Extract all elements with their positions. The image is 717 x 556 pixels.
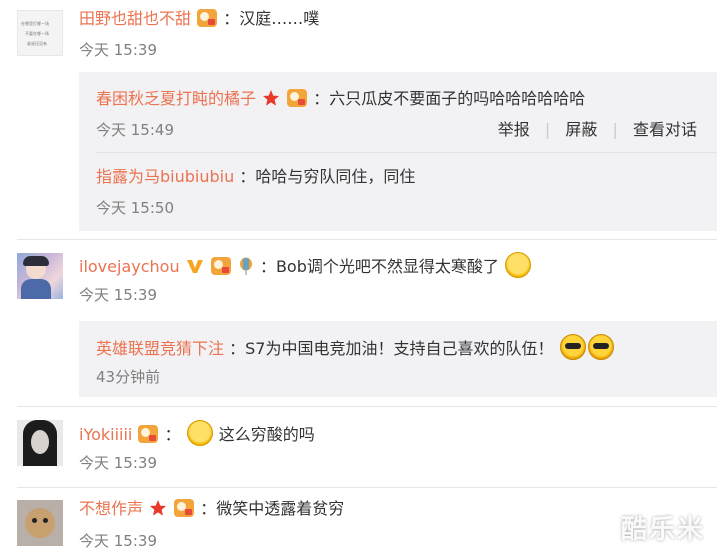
comment-body: 不想作声 ：微笑中透露着贫穷 <box>79 498 344 520</box>
username-link[interactable]: 田野也甜也不甜 <box>79 9 191 28</box>
avatar-text-line: 在哪里打哪一场 <box>21 21 49 26</box>
comment-item: ilovejaychou ：Bob调个光吧不然显得太寒酸了 今天 15:39 英… <box>0 240 717 405</box>
reply-time: 今天 15:50 <box>96 199 174 217</box>
action-separator: | <box>612 120 618 139</box>
star-badge-icon[interactable] <box>149 499 167 517</box>
crying-laugh-emoji-icon <box>186 420 213 446</box>
reply-text: ：哈哈与穷队同住，同住 <box>239 167 416 186</box>
comment-item: 不想作声 ：微笑中透露着贫穷 今天 15:39 <box>0 488 717 556</box>
reply-body: 指露为马biubiubiu ：哈哈与穷队同住，同住 <box>96 166 415 188</box>
vip-badge-icon[interactable] <box>197 9 218 27</box>
username-link[interactable]: iYokiiiii <box>79 425 132 444</box>
avatar-text-line: 谁说还没有 <box>27 41 47 46</box>
reply-divider <box>96 152 717 153</box>
comment-time: 今天 15:39 <box>79 454 157 472</box>
crying-laugh-emoji-icon <box>504 252 531 278</box>
comment-text-prefix: ： <box>164 425 181 444</box>
comment-time: 今天 15:39 <box>79 286 157 304</box>
username-link[interactable]: ilovejaychou <box>79 257 180 276</box>
reply-username-link[interactable]: 春困秋乏夏打盹的橘子 <box>96 89 256 108</box>
reply-username-link[interactable]: 指露为马biubiubiu <box>96 167 234 186</box>
comment-text: ：微笑中透露着贫穷 <box>200 499 345 518</box>
avatar-figure <box>43 518 48 523</box>
comment-text: 这么穷酸的吗 <box>218 425 315 444</box>
comment-text: ：汉庭……噗 <box>223 9 320 28</box>
reply-body: 英雄联盟竞猜下注 ：S7为中国电竞加油！支持自己喜欢的队伍！ <box>96 334 615 362</box>
reply-body: 春困秋乏夏打盹的橘子 ：六只瓜皮不要面子的吗哈哈哈哈哈哈 <box>96 88 585 110</box>
avatar-figure <box>25 508 55 538</box>
vip-badge-icon[interactable] <box>210 257 231 275</box>
sunglasses-emoji-icon <box>559 334 586 360</box>
comment-body: ilovejaychou ：Bob调个光吧不然显得太寒酸了 <box>79 252 532 278</box>
avatar[interactable] <box>17 500 63 546</box>
avatar-text-line: 不要在哪一场 <box>25 31 49 36</box>
vip-badge-icon[interactable] <box>287 89 308 107</box>
v-badge-icon[interactable] <box>186 257 204 275</box>
comment-text: ：Bob调个光吧不然显得太寒酸了 <box>259 257 499 276</box>
avatar[interactable] <box>17 420 63 466</box>
reply-list: 英雄联盟竞猜下注 ：S7为中国电竞加油！支持自己喜欢的队伍！ 43分钟前 <box>79 321 717 397</box>
avatar-figure <box>21 279 51 299</box>
report-button[interactable]: 举报 <box>498 119 530 141</box>
reply-text: ：六只瓜皮不要面子的吗哈哈哈哈哈哈 <box>313 89 586 108</box>
balloon-badge-icon[interactable] <box>238 257 254 275</box>
avatar-figure <box>23 256 49 266</box>
avatar-figure <box>31 430 49 454</box>
watermark-logo: 酷乐米 <box>620 515 705 545</box>
comment-item: 在哪里打哪一场 不要在哪一场 谁说还没有 田野也甜也不甜 ：汉庭……噗 今天 1… <box>0 0 717 240</box>
reply-time: 43分钟前 <box>96 368 161 386</box>
comment-body: iYokiiiii ： 这么穷酸的吗 <box>79 420 315 448</box>
star-badge-icon[interactable] <box>262 89 280 107</box>
reply-text: ：S7为中国电竞加油！支持自己喜欢的队伍！ <box>229 339 554 358</box>
username-link[interactable]: 不想作声 <box>79 499 143 518</box>
reply-actions: 举报 | 屏蔽 | 查看对话 <box>498 119 697 141</box>
sunglasses-emoji-icon <box>587 334 614 360</box>
comment-time: 今天 15:39 <box>79 532 157 550</box>
view-conversation-button[interactable]: 查看对话 <box>633 119 697 141</box>
avatar[interactable]: 在哪里打哪一场 不要在哪一场 谁说还没有 <box>17 10 63 56</box>
avatar[interactable] <box>17 253 63 299</box>
reply-time: 今天 15:49 <box>96 121 174 139</box>
action-separator: | <box>544 120 551 139</box>
avatar-figure <box>32 518 37 523</box>
comment-body: 田野也甜也不甜 ：汉庭……噗 <box>79 8 319 30</box>
vip-badge-icon[interactable] <box>138 425 159 443</box>
comment-time: 今天 15:39 <box>79 41 157 59</box>
reply-username-link[interactable]: 英雄联盟竞猜下注 <box>96 339 224 358</box>
vip-badge-icon[interactable] <box>174 499 195 517</box>
block-button[interactable]: 屏蔽 <box>565 119 597 141</box>
comment-item: iYokiiiii ： 这么穷酸的吗 今天 15:39 <box>0 407 717 487</box>
reply-list: 春困秋乏夏打盹的橘子 ：六只瓜皮不要面子的吗哈哈哈哈哈哈 今天 15:49 举报… <box>79 72 717 231</box>
